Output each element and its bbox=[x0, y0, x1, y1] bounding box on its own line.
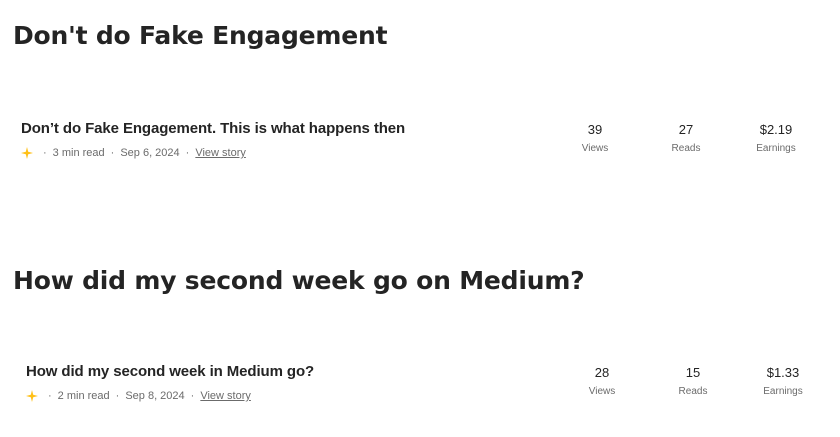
section-heading: How did my second week go on Medium? bbox=[13, 266, 585, 295]
views-value: 39 bbox=[587, 122, 603, 137]
reads-stat: 15 Reads bbox=[658, 365, 728, 399]
view-story-link[interactable]: View story bbox=[195, 147, 246, 159]
publish-date: Sep 6, 2024 bbox=[120, 147, 180, 159]
star-icon bbox=[26, 390, 38, 402]
meta-separator: · bbox=[190, 390, 195, 402]
star-icon bbox=[21, 147, 33, 159]
reads-label: Reads bbox=[678, 386, 708, 397]
earnings-value: $2.19 bbox=[759, 122, 793, 137]
story-row: Don’t do Fake Engagement. This is what h… bbox=[0, 118, 840, 178]
views-label: Views bbox=[588, 386, 616, 397]
views-stat: 28 Views bbox=[567, 365, 637, 399]
views-stat: 39 Views bbox=[560, 122, 630, 156]
read-time: 3 min read bbox=[52, 147, 105, 159]
earnings-value: $1.33 bbox=[766, 365, 800, 380]
view-story-link[interactable]: View story bbox=[200, 390, 251, 402]
story-title[interactable]: Don’t do Fake Engagement. This is what h… bbox=[21, 120, 405, 137]
earnings-label: Earnings bbox=[763, 386, 803, 397]
views-value: 28 bbox=[594, 365, 610, 380]
reads-value: 27 bbox=[678, 122, 694, 137]
reads-value: 15 bbox=[685, 365, 701, 380]
earnings-stat: $2.19 Earnings bbox=[741, 122, 811, 156]
reads-stat: 27 Reads bbox=[651, 122, 721, 156]
section-heading: Don't do Fake Engagement bbox=[13, 21, 388, 50]
meta-separator: · bbox=[115, 390, 120, 402]
earnings-stat: $1.33 Earnings bbox=[748, 365, 818, 399]
story-row: How did my second week in Medium go? · 2… bbox=[0, 361, 840, 421]
meta-separator: · bbox=[48, 390, 52, 402]
views-label: Views bbox=[581, 143, 609, 154]
meta-separator: · bbox=[185, 147, 190, 159]
read-time: 2 min read bbox=[57, 390, 110, 402]
story-meta: · 2 min read · Sep 8, 2024 · View story bbox=[26, 390, 251, 402]
publish-date: Sep 8, 2024 bbox=[125, 390, 185, 402]
meta-separator: · bbox=[43, 147, 47, 159]
earnings-label: Earnings bbox=[756, 143, 796, 154]
meta-separator: · bbox=[110, 147, 115, 159]
story-meta: · 3 min read · Sep 6, 2024 · View story bbox=[21, 147, 246, 159]
story-title[interactable]: How did my second week in Medium go? bbox=[26, 363, 314, 380]
reads-label: Reads bbox=[671, 143, 701, 154]
